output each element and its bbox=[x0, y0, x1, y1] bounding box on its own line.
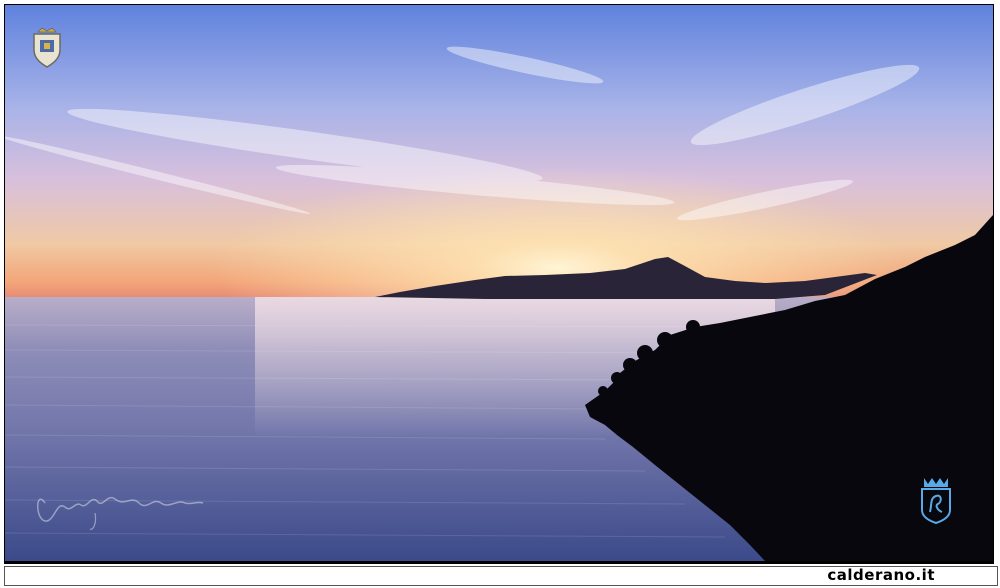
blue-crown-shield-icon bbox=[921, 478, 951, 524]
sunset-photo bbox=[5, 5, 993, 561]
coat-of-arms-icon bbox=[33, 28, 61, 68]
site-label: calderano.it bbox=[827, 566, 935, 584]
footer-bar: calderano.it bbox=[4, 566, 998, 586]
signature-mark bbox=[37, 496, 204, 530]
